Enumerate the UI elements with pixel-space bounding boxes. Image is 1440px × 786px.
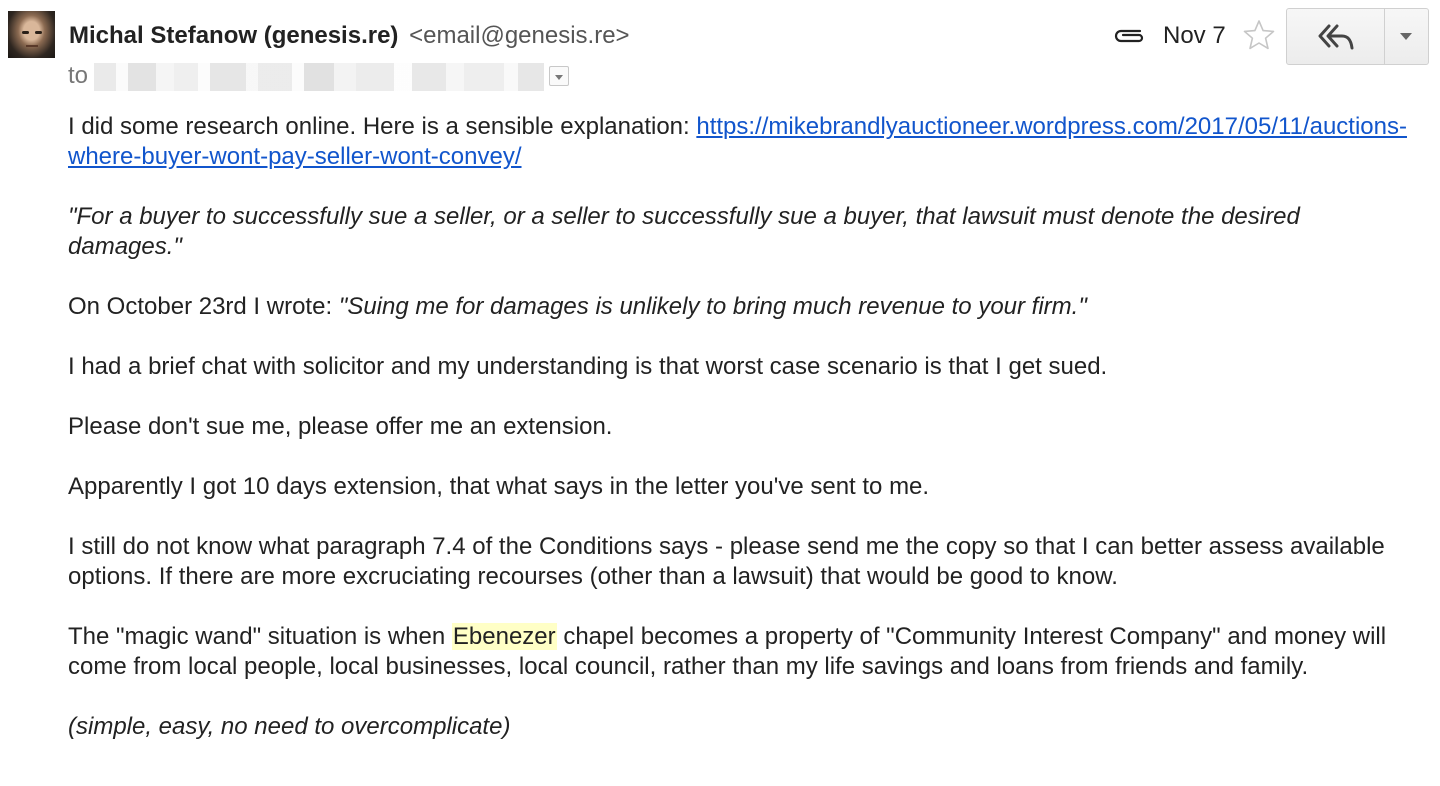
more-options-button[interactable] [1385, 9, 1428, 64]
avatar-eye-right [35, 31, 42, 34]
recipients-line: to [68, 60, 88, 92]
body-paragraph: I still do not know what paragraph 7.4 o… [68, 533, 1385, 590]
body-paragraph: On October 23rd I wrote: "Suing me for d… [68, 292, 1413, 322]
sender-avatar[interactable] [8, 11, 55, 58]
quoted-text: "For a buyer to successfully sue a selle… [68, 203, 1300, 260]
to-label: to [68, 62, 89, 89]
body-paragraph: I did some research online. Here is a se… [68, 112, 1413, 172]
body-paragraph: Please don't sue me, please offer me an … [68, 413, 613, 440]
body-paragraph: I had a brief chat with solicitor and my… [68, 353, 1108, 380]
message-date: Nov 7 [1163, 22, 1226, 49]
body-text: I did some research online. Here is a se… [68, 113, 697, 140]
body-paragraph: (simple, easy, no need to overcomplicate… [68, 712, 1413, 742]
reply-all-button[interactable] [1287, 9, 1385, 64]
quoted-text: "Suing me for damages is unlikely to bri… [338, 293, 1087, 320]
search-highlight: Ebenezer [451, 623, 557, 650]
message-body: I did some research online. Here is a se… [68, 112, 1413, 772]
show-details-button[interactable] [549, 66, 569, 86]
body-paragraph: Apparently I got 10 days extension, that… [68, 473, 930, 500]
redacted-recipients [94, 63, 544, 91]
chevron-down-icon [1400, 33, 1412, 40]
reply-button-group [1286, 8, 1429, 65]
closing-remark: (simple, easy, no need to overcomplicate… [68, 713, 511, 740]
body-text: The "magic wand" situation is when [68, 623, 452, 650]
email-message-view: Michal Stefanow (genesis.re) <email@gene… [0, 0, 1440, 786]
sender-line: Michal Stefanow (genesis.re) <email@gene… [69, 20, 630, 52]
sender-name[interactable]: Michal Stefanow (genesis.re) [69, 22, 398, 49]
avatar-mouth [26, 45, 38, 47]
avatar-eye-left [22, 31, 29, 34]
chevron-down-icon [555, 75, 563, 80]
paperclip-icon [1114, 29, 1144, 43]
body-paragraph: The "magic wand" situation is when Ebene… [68, 622, 1413, 682]
star-icon[interactable] [1243, 19, 1275, 51]
sender-email: <email@genesis.re> [409, 22, 630, 49]
body-text: On October 23rd I wrote: [68, 293, 339, 320]
body-paragraph: "For a buyer to successfully sue a selle… [68, 202, 1413, 262]
reply-all-icon [1318, 24, 1354, 50]
